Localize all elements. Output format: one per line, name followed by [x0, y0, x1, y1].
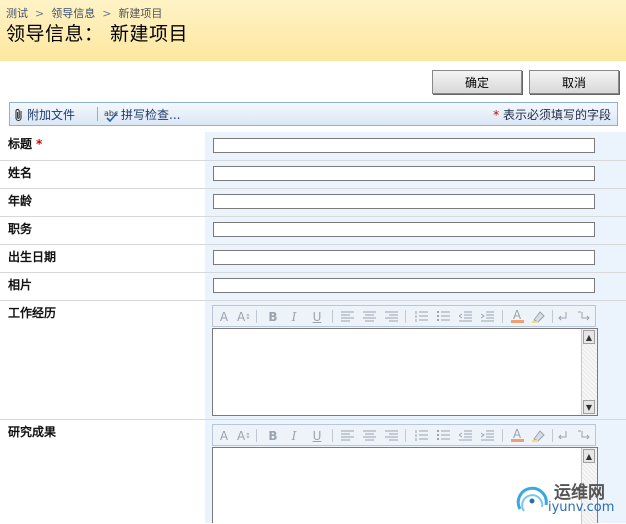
form-row-title: 标题 * — [0, 132, 626, 161]
work-experience-editor[interactable]: ▲ ▼ — [212, 328, 598, 416]
bold-icon[interactable]: B — [264, 427, 282, 444]
toolbar-divider — [97, 107, 98, 121]
scroll-down-arrow-icon[interactable]: ▼ — [583, 400, 595, 414]
scroll-up-arrow-icon[interactable]: ▲ — [583, 449, 595, 463]
numbered-list-icon[interactable] — [412, 427, 430, 444]
form-grid: 标题 * 姓名 年龄 职务 出生日期 相片 工作经历 A A ↕ B I U A… — [0, 132, 626, 524]
decrease-indent-icon[interactable] — [456, 308, 474, 325]
field-label-age: 年龄 — [8, 194, 33, 208]
text-color-icon[interactable]: A — [508, 308, 526, 325]
bullet-list-icon[interactable] — [434, 427, 452, 444]
rte-divider — [502, 310, 503, 323]
scroll-up-arrow-icon[interactable]: ▲ — [583, 330, 595, 344]
cancel-button[interactable]: 取消 — [529, 70, 619, 94]
align-right-icon[interactable] — [382, 308, 400, 325]
spellcheck-label: 拼写检查... — [121, 108, 181, 122]
rtl-icon[interactable] — [575, 427, 593, 444]
page-title: 领导信息： 新建项目 — [6, 23, 189, 45]
required-fields-note: * 表示必须填写的字段 — [493, 106, 611, 123]
rte-divider — [256, 310, 257, 323]
rich-text-toolbar: A A ↕ B I U A — [212, 305, 596, 327]
align-right-icon[interactable] — [382, 427, 400, 444]
field-label-title-text: 标题 — [8, 137, 33, 151]
field-label-research-results: 研究成果 — [8, 425, 57, 439]
required-star: * — [36, 137, 43, 151]
form-row-photo: 相片 — [0, 273, 626, 301]
numbered-list-icon[interactable] — [412, 308, 430, 325]
rte-divider — [332, 310, 333, 323]
field-label-name: 姓名 — [8, 166, 33, 180]
field-label-title: 标题 * — [8, 135, 42, 152]
text-color-letter: A — [512, 308, 522, 322]
increase-indent-icon[interactable] — [478, 308, 496, 325]
font-size-icon[interactable]: A ↕ — [235, 427, 253, 444]
spellcheck-button[interactable]: abc 拼写检查... — [104, 106, 180, 123]
italic-icon[interactable]: I — [285, 427, 303, 444]
align-center-icon[interactable] — [360, 308, 378, 325]
page-header: 测试 > 领导信息 > 新建项目 领导信息： 新建项目 — [0, 0, 626, 61]
field-label-work-experience: 工作经历 — [8, 306, 57, 320]
font-size-icon[interactable]: A ↕ — [235, 308, 253, 325]
watermark-logo-icon — [516, 486, 548, 512]
rte-divider — [405, 429, 406, 442]
age-input[interactable] — [213, 194, 595, 209]
name-input[interactable] — [213, 166, 595, 181]
underline-icon[interactable]: U — [308, 308, 326, 325]
spellcheck-icon: abc — [104, 108, 119, 122]
attach-file-button[interactable]: 附加文件 — [14, 106, 75, 123]
paperclip-icon — [14, 108, 24, 122]
rte-divider — [502, 429, 503, 442]
scroll-track[interactable] — [582, 344, 597, 400]
rte-divider — [405, 310, 406, 323]
text-color-icon[interactable]: A — [508, 427, 526, 444]
title-input[interactable] — [213, 138, 595, 153]
form-row-age: 年龄 — [0, 189, 626, 217]
font-size-letter: A — [236, 428, 246, 443]
form-row-work-experience: 工作经历 A A ↕ B I U A ▲ ▼ — [0, 301, 626, 420]
rte-divider — [332, 429, 333, 442]
bullet-list-icon[interactable] — [434, 308, 452, 325]
increase-indent-icon[interactable] — [478, 427, 496, 444]
rtl-icon[interactable] — [575, 308, 593, 325]
field-label-photo: 相片 — [8, 278, 33, 292]
form-row-position: 职务 — [0, 217, 626, 245]
birthdate-input[interactable] — [213, 250, 595, 265]
decrease-indent-icon[interactable] — [456, 427, 474, 444]
watermark-domain: iyunv.com — [548, 500, 615, 515]
highlight-icon[interactable] — [530, 427, 548, 444]
font-size-letter: A — [236, 309, 246, 324]
ltr-icon[interactable] — [555, 308, 573, 325]
font-icon[interactable]: A — [215, 427, 233, 444]
align-left-icon[interactable] — [338, 308, 356, 325]
form-toolbar: 附加文件 abc 拼写检查... * 表示必须填写的字段 — [9, 102, 618, 126]
rich-text-toolbar: A A ↕ B I U A — [212, 424, 596, 446]
field-label-position: 职务 — [8, 222, 33, 236]
site-watermark: 运维网 iyunv.com — [514, 475, 620, 519]
rte-divider — [256, 429, 257, 442]
align-center-icon[interactable] — [360, 427, 378, 444]
attach-file-label: 附加文件 — [27, 108, 76, 122]
required-star: * — [493, 108, 500, 122]
position-input[interactable] — [213, 222, 595, 237]
scrollbar[interactable]: ▲ ▼ — [581, 329, 597, 415]
font-icon[interactable]: A — [215, 308, 233, 325]
ok-button[interactable]: 确定 — [432, 70, 522, 94]
bold-icon[interactable]: B — [264, 308, 282, 325]
rte-divider — [552, 429, 553, 442]
italic-icon[interactable]: I — [285, 308, 303, 325]
text-color-letter: A — [512, 427, 522, 441]
field-label-birthdate: 出生日期 — [8, 250, 57, 264]
underline-icon[interactable]: U — [308, 427, 326, 444]
align-left-icon[interactable] — [338, 427, 356, 444]
rte-divider — [552, 310, 553, 323]
form-row-birthdate: 出生日期 — [0, 245, 626, 273]
highlight-icon[interactable] — [530, 308, 548, 325]
ltr-icon[interactable] — [555, 427, 573, 444]
photo-input[interactable] — [213, 278, 595, 293]
form-row-name: 姓名 — [0, 161, 626, 189]
required-note-text: 表示必须填写的字段 — [502, 108, 611, 122]
